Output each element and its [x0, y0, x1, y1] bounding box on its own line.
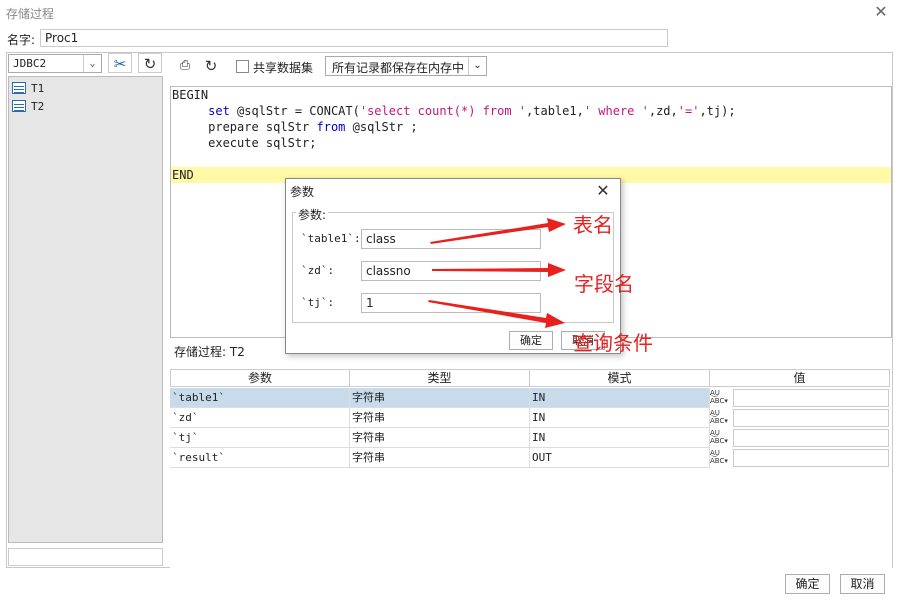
param-type-cell: 字符串: [350, 408, 530, 428]
table-row[interactable]: `table1` 字符串 IN A͜U ABC▾: [170, 388, 890, 408]
table-item-label: T2: [31, 99, 45, 113]
table-item[interactable]: T2: [12, 98, 44, 114]
abc-icon[interactable]: A͜U ABC▾: [710, 389, 732, 407]
abc-icon[interactable]: A͜U ABC▾: [710, 449, 732, 467]
refresh-icon[interactable]: ↻: [202, 57, 220, 75]
table-row[interactable]: `tj` 字符串 IN A͜U ABC▾: [170, 428, 890, 448]
cancel-button[interactable]: 取消: [840, 574, 885, 594]
param-value-input[interactable]: [733, 389, 889, 407]
datasource-select[interactable]: JDBC2 ⌄: [8, 54, 102, 73]
param-label: `table1`:: [301, 232, 361, 245]
preview-icon[interactable]: ⎙: [176, 57, 194, 75]
param-type-cell: 字符串: [350, 448, 530, 468]
share-dataset-label: 共享数据集: [253, 61, 314, 75]
dialog-title: 参数: [290, 185, 315, 199]
refresh-icon[interactable]: ↻: [138, 53, 162, 73]
zd-input[interactable]: classno: [361, 261, 541, 281]
ok-button[interactable]: 确定: [785, 574, 830, 594]
memory-mode-value: 所有记录都保存在内存中: [332, 61, 465, 75]
column-header[interactable]: 模式: [529, 369, 710, 387]
param-name-cell: `table1`: [170, 388, 350, 408]
column-header[interactable]: 参数: [170, 369, 350, 387]
close-icon[interactable]: ✕: [594, 181, 612, 201]
param-type-cell: 字符串: [350, 388, 530, 408]
close-icon[interactable]: ✕: [872, 3, 890, 21]
annotation-note: 查询条件: [573, 331, 653, 355]
datasource-value: JDBC2: [13, 57, 47, 70]
filter-input[interactable]: [8, 548, 163, 566]
share-dataset-checkbox[interactable]: [236, 60, 249, 73]
abc-icon[interactable]: A͜U ABC▾: [710, 409, 732, 427]
param-name-cell: `zd`: [170, 408, 350, 428]
annotation-note: 表名: [573, 213, 613, 237]
param-value-input[interactable]: [733, 449, 889, 467]
title-bar: 存储过程 ✕: [0, 0, 900, 26]
param-type-cell: 字符串: [350, 428, 530, 448]
table-row[interactable]: `zd` 字符串 IN A͜U ABC▾: [170, 408, 890, 428]
param-dialog: 参数 ✕ 参数: `table1`: class `zd`: classno `…: [285, 178, 621, 354]
column-header[interactable]: 类型: [349, 369, 530, 387]
tj-input[interactable]: 1: [361, 293, 541, 313]
column-header[interactable]: 值: [709, 369, 890, 387]
window-title: 存储过程: [6, 7, 55, 21]
name-input[interactable]: Proc1: [40, 29, 668, 47]
chevron-down-icon[interactable]: ⌄: [83, 55, 101, 72]
code-line: prepare sqlStr from @sqlStr ;: [208, 120, 418, 134]
proc-label: 存储过程: T2: [174, 345, 245, 359]
table-row[interactable]: `result` 字符串 OUT A͜U ABC▾: [170, 448, 890, 468]
table-icon: [12, 82, 26, 94]
table-item[interactable]: T1: [12, 80, 44, 96]
dialog-ok-button[interactable]: 确定: [509, 331, 553, 350]
param-label: `tj`:: [301, 296, 335, 309]
param-mode-cell: OUT: [530, 448, 710, 468]
annotation-note: 字段名: [574, 272, 634, 296]
abc-icon[interactable]: A͜U ABC▾: [710, 429, 732, 447]
memory-mode-select[interactable]: 所有记录都保存在内存中 ⌄: [325, 56, 487, 76]
param-mode-cell: IN: [530, 428, 710, 448]
tools-icon[interactable]: ✂: [108, 53, 132, 73]
param-table: 参数 类型 模式 值 `table1` 字符串 IN A͜U ABC▾ `zd` …: [170, 369, 892, 569]
table-item-label: T1: [31, 81, 45, 95]
param-group-label: 参数:: [296, 206, 329, 223]
code-line: BEGIN: [172, 88, 209, 102]
code-line: execute sqlStr;: [208, 136, 317, 150]
param-value-input[interactable]: [733, 429, 889, 447]
table1-input[interactable]: class: [361, 229, 541, 249]
table-icon: [12, 100, 26, 112]
param-name-cell: `result`: [170, 448, 350, 468]
param-mode-cell: IN: [530, 408, 710, 428]
code-line: END: [172, 168, 194, 182]
param-mode-cell: IN: [530, 388, 710, 408]
table-list: T1 T2: [8, 76, 163, 543]
param-name-cell: `tj`: [170, 428, 350, 448]
name-label: 名字:: [7, 33, 36, 47]
code-line: set @sqlStr = CONCAT('select count(*) fr…: [208, 104, 736, 118]
param-label: `zd`:: [301, 264, 335, 277]
chevron-down-icon[interactable]: ⌄: [468, 57, 486, 75]
param-value-input[interactable]: [733, 409, 889, 427]
